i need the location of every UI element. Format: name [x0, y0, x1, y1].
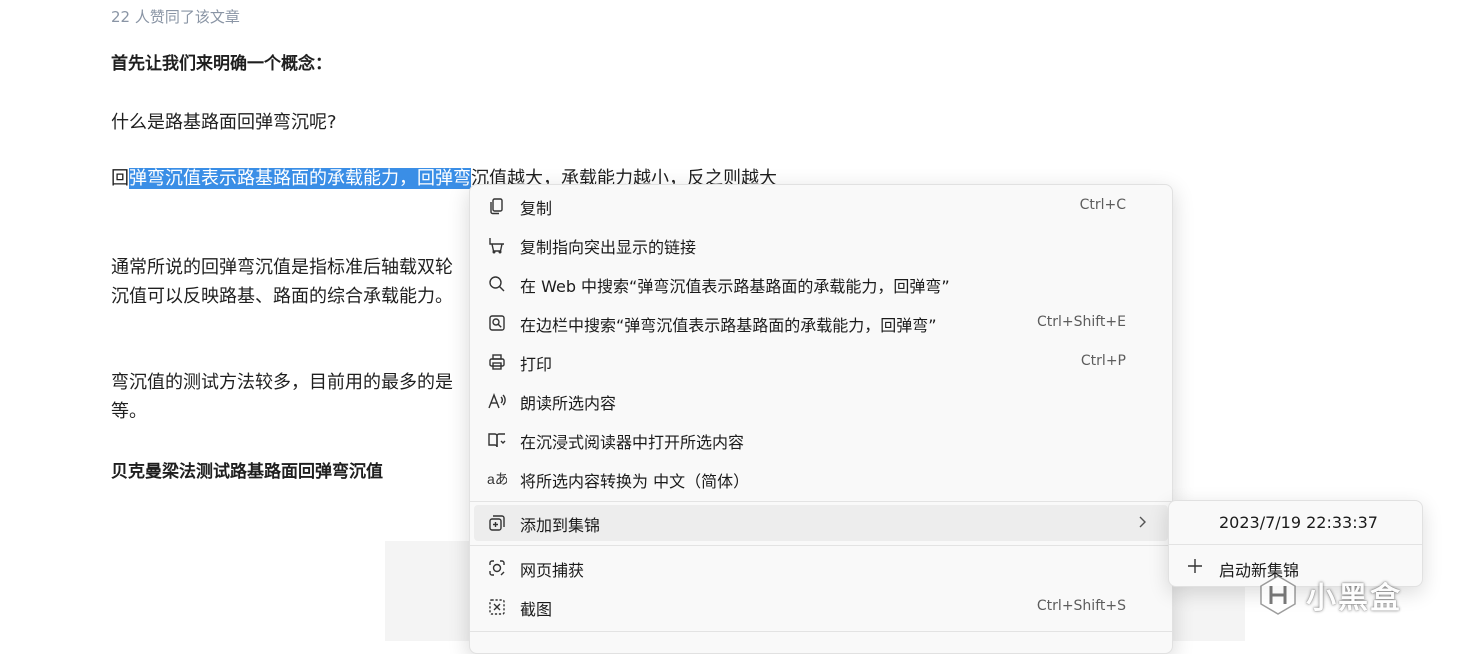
sidebar-search-icon	[487, 313, 507, 333]
immersive-reader-icon	[487, 430, 507, 450]
submenu-item-existing-collection[interactable]: 2023/7/19 22:33:37	[1173, 504, 1418, 540]
menu-item-shortcut: Ctrl+Shift+S	[1036, 598, 1126, 614]
watermark-text: 小黑盒	[1306, 581, 1402, 616]
menu-separator	[470, 545, 1172, 546]
heading-beckman: 贝克曼梁法测试路基路面回弹弯沉值	[111, 462, 383, 482]
watermark: 小黑盒	[1256, 570, 1402, 620]
menu-item-translate[interactable]: aあ 将所选内容转换为 中文（简体）	[474, 461, 1168, 497]
menu-item-label: 将所选内容转换为 中文（简体）	[520, 472, 750, 491]
menu-item-web-capture[interactable]: 网页捕获	[474, 550, 1168, 586]
collections-icon	[487, 513, 507, 533]
menu-item-shortcut: Ctrl+P	[1080, 353, 1126, 369]
menu-item-search-web[interactable]: 在 Web 中搜索“弹弯沉值表示路基路面的承载能力，回弹弯”	[474, 266, 1168, 302]
printer-icon	[487, 352, 507, 372]
menu-item-label: 朗读所选内容	[520, 394, 617, 413]
context-menu: 复制 Ctrl+C 复制指向突出显示的链接 在 Web 中搜索“弹弯沉值表示路基…	[469, 184, 1173, 654]
paragraph-2-line-2: 沉值可以反映路基、路面的综合承载能力。	[111, 286, 453, 307]
heading-concept: 首先让我们来明确一个概念：	[111, 54, 332, 74]
menu-item-label: 添加到集锦	[520, 516, 601, 535]
submenu-item-label: 2023/7/19 22:33:37	[1219, 513, 1378, 532]
link-highlight-icon	[487, 235, 507, 255]
menu-item-label: 在沉浸式阅读器中打开所选内容	[520, 433, 745, 452]
menu-item-label: 网页捕获	[520, 561, 585, 580]
selected-text[interactable]: 弹弯沉值表示路基路面的承载能力，回弹弯	[129, 168, 471, 189]
menu-item-print[interactable]: 打印 Ctrl+P	[474, 344, 1168, 380]
plus-icon	[1186, 557, 1204, 575]
web-capture-icon	[487, 558, 507, 578]
chevron-right-icon	[1134, 514, 1150, 530]
svg-text:aあ: aあ	[487, 471, 507, 487]
paragraph-question: 什么是路基路面回弹弯沉呢?	[111, 112, 337, 133]
like-count: 22 人赞同了该文章	[111, 8, 240, 26]
read-aloud-icon	[487, 391, 507, 411]
text-before-selection: 回	[111, 168, 129, 189]
menu-item-label: 复制	[520, 199, 553, 218]
heybox-logo-icon	[1256, 573, 1300, 617]
paragraph-3-line-2: 等。	[111, 401, 147, 422]
paragraph-2-line-1: 通常所说的回弹弯沉值是指标准后轴载双轮	[111, 257, 453, 278]
menu-separator	[470, 501, 1172, 502]
menu-item-read-aloud[interactable]: 朗读所选内容	[474, 383, 1168, 419]
menu-item-copy[interactable]: 复制 Ctrl+C	[474, 188, 1168, 224]
menu-item-label: 打印	[520, 355, 553, 374]
menu-item-shortcut: Ctrl+Shift+E	[1036, 314, 1126, 330]
screenshot-icon	[487, 597, 507, 617]
submenu-separator	[1169, 544, 1422, 545]
menu-separator	[470, 631, 1172, 632]
menu-item-immersive-reader[interactable]: 在沉浸式阅读器中打开所选内容	[474, 422, 1168, 458]
menu-item-label: 在边栏中搜索“弹弯沉值表示路基路面的承载能力，回弹弯”	[520, 316, 937, 335]
menu-item-copy-link-to-highlight[interactable]: 复制指向突出显示的链接	[474, 227, 1168, 263]
menu-item-label: 截图	[520, 600, 553, 619]
menu-item-search-sidebar[interactable]: 在边栏中搜索“弹弯沉值表示路基路面的承载能力，回弹弯” Ctrl+Shift+E	[474, 305, 1168, 341]
menu-item-label: 复制指向突出显示的链接	[520, 238, 697, 257]
menu-item-add-to-collections[interactable]: 添加到集锦	[474, 505, 1168, 541]
menu-item-label: 在 Web 中搜索“弹弯沉值表示路基路面的承载能力，回弹弯”	[520, 277, 950, 296]
paragraph-3-line-1: 弯沉值的测试方法较多，目前用的最多的是	[111, 372, 453, 393]
menu-item-shortcut: Ctrl+C	[1079, 197, 1126, 213]
copy-icon	[487, 196, 507, 216]
translate-icon: aあ	[487, 469, 507, 489]
menu-item-screenshot[interactable]: 截图 Ctrl+Shift+S	[474, 589, 1168, 625]
search-icon	[487, 274, 507, 294]
